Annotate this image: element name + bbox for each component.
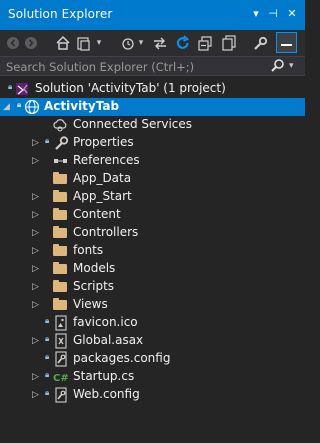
tree-item-label: Content (73, 207, 121, 221)
tree-item-label: References (73, 153, 140, 167)
forward-icon[interactable] (24, 33, 38, 53)
collapsed-arrow-icon[interactable]: ▷ (32, 389, 42, 401)
collapsed-arrow-icon[interactable]: ▷ (32, 281, 42, 293)
preview-selected-items-button[interactable] (276, 32, 297, 53)
folder-icon (53, 298, 67, 310)
panel-title: Solution Explorer (8, 7, 113, 21)
tree-item-folder[interactable]: ▷ fonts (0, 242, 305, 260)
tree-item-label: Controllers (73, 225, 139, 239)
tree-item-folder[interactable]: ▷ Views (0, 296, 305, 314)
pending-changes-filter-icon[interactable] (121, 33, 135, 53)
image-file-icon (53, 315, 69, 331)
tree-item-file[interactable]: ▷ 🔒︎ C# Startup.cs (0, 368, 305, 386)
web-project-icon (24, 99, 40, 115)
config-file-icon (53, 387, 69, 403)
references-icon (53, 153, 69, 169)
folder-icon (53, 172, 67, 184)
filter-dropdown-icon[interactable]: ▾ (136, 33, 146, 53)
toolbar: ▾ ▾ (0, 30, 305, 56)
home-icon[interactable] (55, 33, 71, 53)
solution-label: Solution 'ActivityTab' (1 project) (35, 81, 226, 95)
tree-item-label: Web.config (73, 387, 140, 401)
tree-item-folder[interactable]: ▷ Controllers (0, 224, 305, 242)
config-file-icon (53, 351, 69, 367)
expanded-arrow-icon[interactable]: ◢ (3, 101, 13, 113)
collapsed-arrow-icon[interactable]: ▷ (32, 263, 42, 275)
lock-icon: 🔒︎ (45, 316, 50, 325)
tree-item-label: Models (73, 261, 116, 275)
search-bar: ▾ (0, 56, 305, 76)
tree-item-label: Global.asax (73, 333, 144, 347)
lock-icon: 🔒︎ (45, 352, 50, 361)
tree-item-label: fonts (73, 243, 104, 257)
window-position-dropdown[interactable]: ▾ (249, 6, 263, 22)
tree-item-file[interactable]: 🔒︎ packages.config (0, 350, 305, 368)
search-input[interactable] (6, 58, 261, 75)
tree-item-folder[interactable]: App_Data (0, 170, 305, 188)
tree-item-folder[interactable]: ▷ App_Start (0, 188, 305, 206)
lock-icon: 🔒︎ (45, 388, 50, 397)
connected-services-icon (52, 117, 68, 133)
folder-icon (53, 280, 67, 292)
switch-views-dropdown-icon[interactable]: ▾ (94, 33, 104, 53)
lock-icon: 🔒︎ (45, 370, 50, 379)
show-all-files-icon[interactable] (221, 33, 237, 53)
tree-item-connected-services[interactable]: Connected Services (0, 116, 305, 134)
csharp-file-icon: C# (53, 369, 69, 385)
collapsed-arrow-icon[interactable]: ▷ (32, 371, 42, 383)
collapse-all-icon[interactable] (197, 33, 213, 53)
collapsed-arrow-icon[interactable]: ▷ (32, 227, 42, 239)
solution-icon (15, 81, 31, 97)
tree-item-solution[interactable]: 🔒︎ Solution 'ActivityTab' (1 project) (0, 80, 305, 98)
preview-icon (281, 44, 292, 46)
collapsed-arrow-icon[interactable]: ▷ (32, 155, 42, 167)
svg-text:C#: C# (53, 373, 69, 384)
tree-item-references[interactable]: ▷ References (0, 152, 305, 170)
properties-wrench-icon[interactable] (252, 33, 268, 53)
back-icon[interactable] (6, 33, 20, 53)
tree-item-label: favicon.ico (73, 315, 138, 329)
collapsed-arrow-icon[interactable]: ▷ (32, 209, 42, 221)
collapsed-arrow-icon[interactable]: ▷ (32, 335, 42, 347)
tree-item-label: App_Data (73, 171, 132, 185)
folder-icon (53, 208, 67, 220)
folder-icon (53, 244, 67, 256)
wrench-icon (53, 135, 69, 151)
collapsed-arrow-icon[interactable]: ▷ (32, 245, 42, 257)
title-bar: Solution Explorer ▾ ⊣ ✕ (0, 0, 305, 30)
tree-item-file[interactable]: ▷ 🔒︎ Global.asax (0, 332, 305, 350)
tree-item-label: Properties (73, 135, 134, 149)
folder-icon (53, 262, 67, 274)
switch-views-icon[interactable] (76, 33, 92, 53)
lock-icon: 🔒︎ (45, 334, 50, 343)
tree-item-label: Views (73, 297, 108, 311)
tree-item-label: Connected Services (73, 117, 193, 131)
tree-item-folder[interactable]: ▷ Models (0, 260, 305, 278)
tree-item-file[interactable]: ▷ 🔒︎ Web.config (0, 386, 305, 404)
asax-file-icon (53, 333, 69, 349)
tree-item-label: packages.config (73, 351, 171, 365)
tree-item-file[interactable]: 🔒︎ favicon.ico (0, 314, 305, 332)
project-label: ActivityTab (44, 99, 120, 113)
refresh-icon[interactable] (175, 33, 191, 53)
search-options-dropdown-icon[interactable]: ▾ (289, 57, 301, 75)
sync-with-document-icon[interactable] (152, 33, 168, 53)
collapsed-arrow-icon[interactable]: ▷ (32, 137, 42, 149)
tree-item-label: Scripts (73, 279, 115, 293)
search-icon[interactable] (270, 57, 286, 75)
folder-icon (53, 190, 67, 202)
tree-item-project[interactable]: ◢ 🔒︎ ActivityTab (0, 98, 305, 116)
auto-hide-pin-icon[interactable]: ⊣ (266, 6, 280, 22)
lock-icon: 🔒︎ (45, 136, 50, 145)
collapsed-arrow-icon[interactable]: ▷ (32, 191, 42, 203)
tree-item-folder[interactable]: ▷ Content (0, 206, 305, 224)
folder-icon (53, 226, 67, 238)
tree-item-folder[interactable]: ▷ Scripts (0, 278, 305, 296)
tree-item-properties[interactable]: ▷ 🔒︎ Properties (0, 134, 305, 152)
collapsed-arrow-icon[interactable]: ▷ (32, 299, 42, 311)
close-icon[interactable]: ✕ (285, 6, 299, 22)
tree-item-label: App_Start (73, 189, 132, 203)
tree-item-label: Startup.cs (73, 369, 135, 383)
